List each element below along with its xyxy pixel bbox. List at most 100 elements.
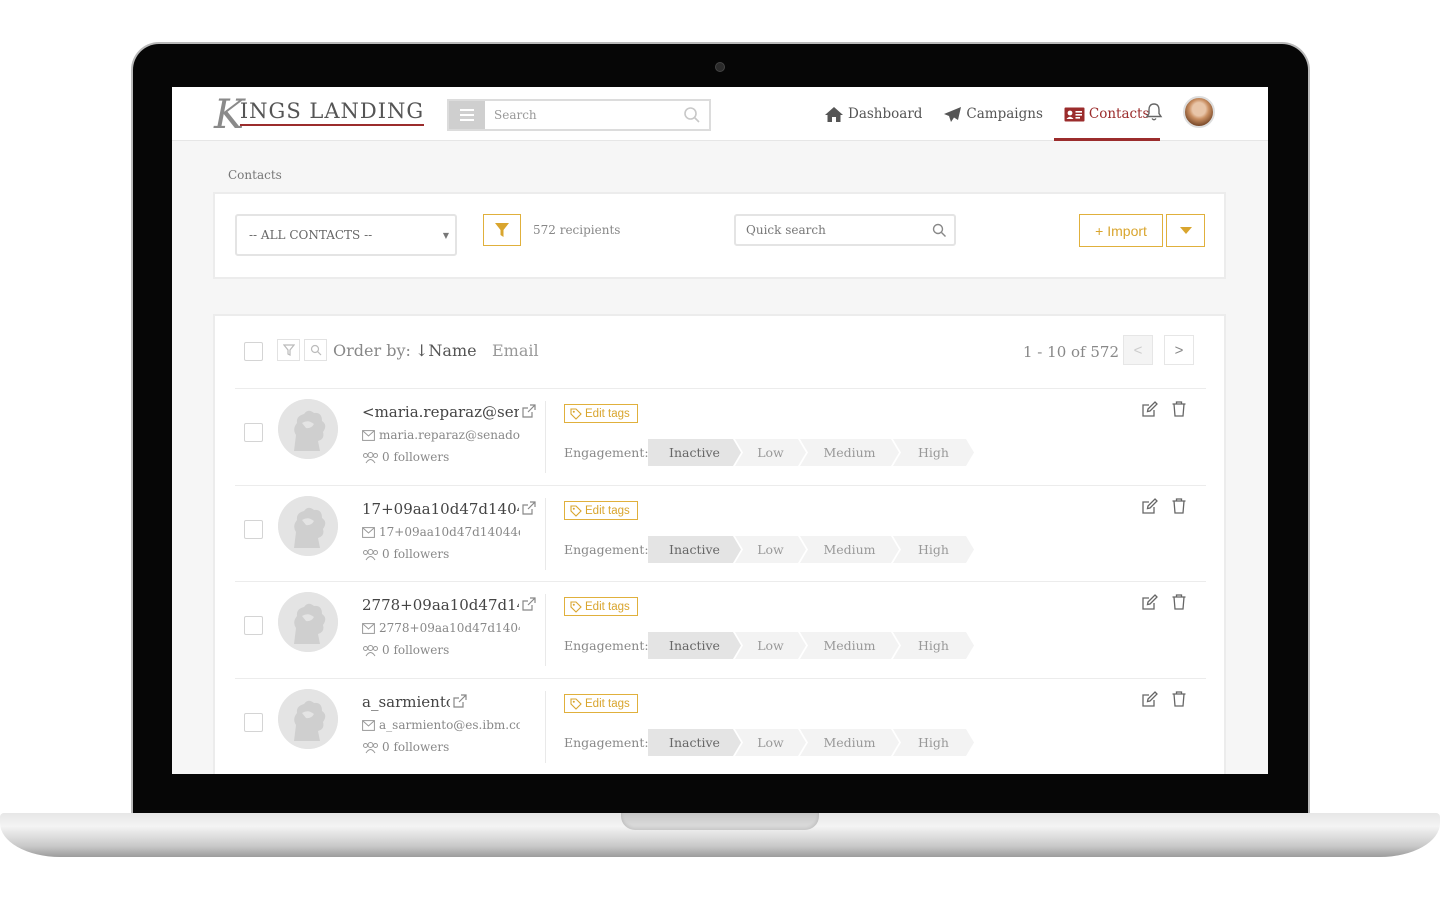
table-row[interactable]: 2778+09aa10d47d14044 2778+09aa10d47d1404… bbox=[235, 581, 1206, 678]
users-icon bbox=[363, 742, 378, 754]
row-checkbox[interactable] bbox=[244, 423, 263, 442]
nav-contacts[interactable]: Contacts bbox=[1053, 87, 1160, 141]
contact-name[interactable]: <maria.reparaz@senado.es> bbox=[362, 403, 519, 421]
contact-card-icon bbox=[1064, 107, 1085, 121]
contacts-list-select-value: -- ALL CONTACTS -- bbox=[249, 228, 373, 242]
edit-tags-button[interactable]: Edit tags bbox=[564, 404, 638, 423]
pagination-info: 1 - 10 of 572 bbox=[1023, 343, 1119, 361]
search-icon[interactable] bbox=[683, 106, 701, 124]
trash-icon[interactable] bbox=[1171, 690, 1187, 708]
caret-down-icon bbox=[1179, 226, 1192, 234]
import-button[interactable]: + Import bbox=[1079, 214, 1163, 247]
row-checkbox[interactable] bbox=[244, 616, 263, 635]
edit-tags-button[interactable]: Edit tags bbox=[564, 597, 638, 616]
contact-name[interactable]: a_sarmiento bbox=[362, 693, 450, 711]
quick-search-input[interactable] bbox=[746, 223, 926, 237]
users-icon bbox=[363, 645, 378, 657]
user-avatar[interactable] bbox=[1183, 96, 1215, 128]
more-actions-button[interactable] bbox=[1166, 214, 1205, 247]
edit-icon[interactable] bbox=[1141, 593, 1159, 611]
row-checkbox[interactable] bbox=[244, 520, 263, 539]
edit-tags-label: Edit tags bbox=[585, 407, 630, 420]
tag-icon bbox=[570, 600, 582, 613]
paper-plane-icon bbox=[944, 106, 962, 122]
recipients-count: 572 recipients bbox=[533, 223, 621, 237]
envelope-icon bbox=[362, 430, 375, 441]
engagement-label: Engagement: bbox=[564, 445, 649, 460]
engagement-level-medium: Medium bbox=[800, 536, 899, 563]
engagement-level-low: Low bbox=[735, 729, 806, 756]
row-divider bbox=[545, 691, 546, 763]
contact-email: maria.reparaz@senado.es bbox=[379, 428, 520, 442]
external-link-icon[interactable] bbox=[521, 596, 537, 612]
order-by-label: Order by: bbox=[333, 341, 411, 360]
menu-icon[interactable] bbox=[449, 101, 485, 129]
prev-page-button[interactable]: < bbox=[1123, 335, 1153, 365]
list-header: Order by: ↓Name Email 1 - 10 of 572 < > bbox=[215, 316, 1224, 390]
lion-crest-icon bbox=[278, 592, 338, 652]
external-link-icon[interactable] bbox=[452, 693, 468, 709]
trash-icon[interactable] bbox=[1171, 497, 1187, 515]
contact-email: 2778+09aa10d47d14044 bbox=[379, 621, 520, 635]
engagement-label: Engagement: bbox=[564, 638, 649, 653]
edit-icon[interactable] bbox=[1141, 690, 1159, 708]
edit-icon[interactable] bbox=[1141, 497, 1159, 515]
table-row[interactable]: <maria.reparaz@senado.es> maria.reparaz@… bbox=[235, 388, 1206, 485]
contact-name[interactable]: 2778+09aa10d47d14044 bbox=[362, 596, 519, 614]
avatar bbox=[278, 592, 338, 652]
bell-icon[interactable] bbox=[1144, 102, 1164, 122]
chevron-down-icon: ▼ bbox=[442, 231, 449, 240]
edit-tags-label: Edit tags bbox=[585, 504, 630, 517]
lion-crest-icon bbox=[278, 689, 338, 749]
external-link-icon[interactable] bbox=[521, 403, 537, 419]
nav-campaigns[interactable]: Campaigns bbox=[943, 87, 1043, 141]
plus-icon: + bbox=[1095, 222, 1104, 239]
global-search-input[interactable] bbox=[485, 108, 675, 122]
contact-name[interactable]: 17+09aa10d47d14044d bbox=[362, 500, 519, 518]
nav-dashboard[interactable]: Dashboard bbox=[824, 87, 922, 141]
row-divider bbox=[545, 594, 546, 666]
envelope-icon bbox=[362, 527, 375, 538]
camera bbox=[715, 62, 725, 72]
edit-icon[interactable] bbox=[1141, 400, 1159, 418]
external-link-icon[interactable] bbox=[521, 500, 537, 516]
avatar bbox=[278, 399, 338, 459]
filter-icon bbox=[282, 344, 295, 356]
filter-icon bbox=[495, 223, 509, 237]
engagement-level-high: High bbox=[893, 536, 974, 563]
edit-tags-button[interactable]: Edit tags bbox=[564, 694, 638, 713]
edit-tags-button[interactable]: Edit tags bbox=[564, 501, 638, 520]
engagement-label: Engagement: bbox=[564, 735, 649, 750]
import-button-label: Import bbox=[1107, 222, 1147, 239]
breadcrumb: Contacts bbox=[228, 168, 282, 182]
contacts-list-select[interactable]: -- ALL CONTACTS -- ▼ bbox=[235, 214, 457, 256]
engagement-level-high: High bbox=[893, 439, 974, 466]
search-icon[interactable] bbox=[932, 223, 947, 238]
table-row[interactable]: a_sarmiento a_sarmiento@es.ibm.com 0 fol… bbox=[235, 678, 1206, 774]
lion-crest-icon bbox=[278, 399, 338, 459]
filter-button[interactable] bbox=[483, 214, 521, 246]
engagement-level-medium: Medium bbox=[800, 439, 899, 466]
contact-email: a_sarmiento@es.ibm.com bbox=[379, 718, 520, 732]
row-checkbox[interactable] bbox=[244, 713, 263, 732]
table-row[interactable]: 17+09aa10d47d14044d 17+09aa10d47d14044d … bbox=[235, 485, 1206, 582]
list-search-button[interactable] bbox=[304, 339, 327, 361]
envelope-icon bbox=[362, 623, 375, 634]
tag-icon bbox=[570, 697, 582, 710]
app-logo[interactable]: K INGS LANDING bbox=[214, 93, 425, 135]
order-by-name[interactable]: ↓Name bbox=[415, 341, 477, 360]
engagement-level-low: Low bbox=[735, 536, 806, 563]
order-by-email[interactable]: Email bbox=[492, 341, 539, 360]
trash-icon[interactable] bbox=[1171, 593, 1187, 611]
engagement-bar: Inactive Low Medium High bbox=[648, 632, 968, 659]
next-page-button[interactable]: > bbox=[1164, 335, 1194, 365]
engagement-level-inactive: Inactive bbox=[648, 439, 741, 466]
trash-icon[interactable] bbox=[1171, 400, 1187, 418]
nav-dashboard-label: Dashboard bbox=[848, 106, 923, 122]
engagement-level-inactive: Inactive bbox=[648, 536, 741, 563]
main-nav: Dashboard Campaigns Contacts bbox=[824, 87, 1170, 141]
list-filter-button[interactable] bbox=[277, 339, 300, 361]
select-all-checkbox[interactable] bbox=[244, 342, 263, 361]
laptop-notch bbox=[621, 813, 819, 830]
engagement-level-high: High bbox=[893, 729, 974, 756]
